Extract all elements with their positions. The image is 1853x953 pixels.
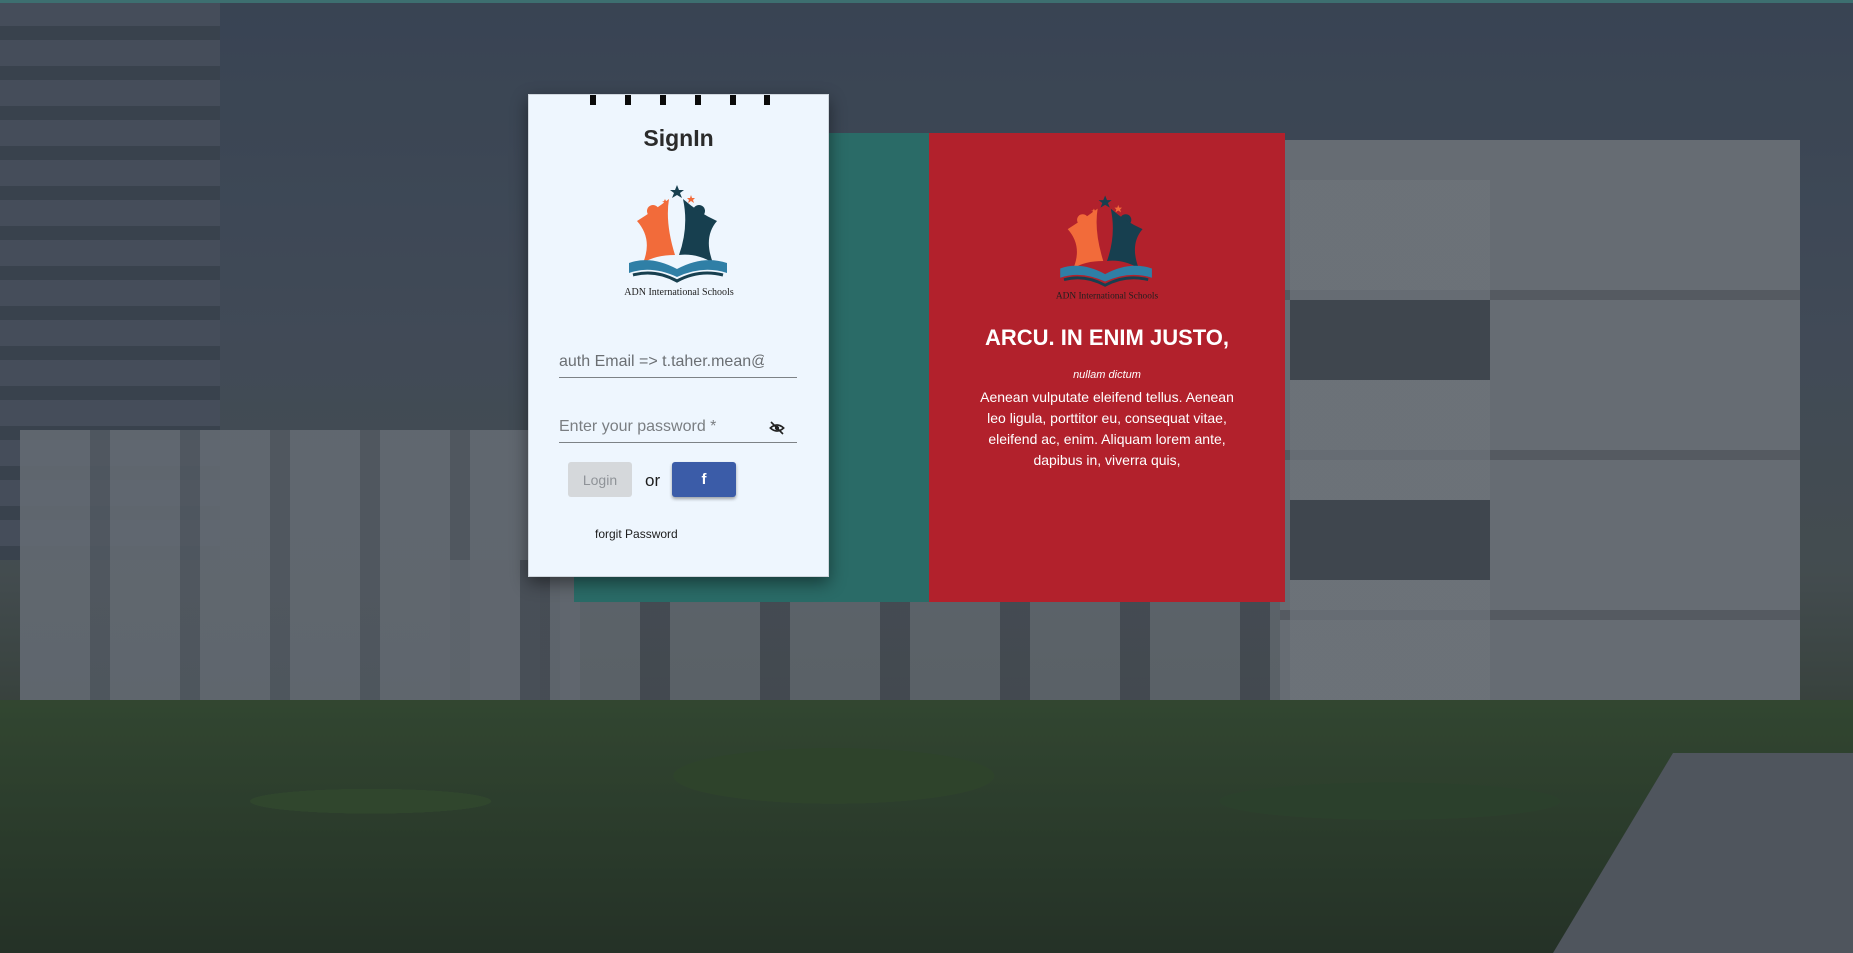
promo-body: Aenean vulputate eleifend tellus. Aenean… [980, 389, 1234, 468]
login-button[interactable]: Login [568, 462, 632, 497]
notebook-rings [590, 95, 770, 105]
password-input[interactable] [559, 418, 764, 436]
promo-heading: ARCU. IN ENIM JUSTO, [984, 325, 1230, 350]
promo-panel: ADN International Schools ARCU. IN ENIM … [929, 133, 1285, 602]
svg-text:ADN International Schools: ADN International Schools [624, 287, 734, 298]
promo-subtitle: nullam dictum [1073, 369, 1141, 381]
facebook-icon: f [701, 471, 707, 488]
email-field[interactable] [559, 345, 797, 378]
svg-text:ADN International Schools: ADN International Schools [1056, 291, 1159, 301]
password-field[interactable] [559, 410, 797, 443]
facebook-login-button[interactable]: f [672, 462, 736, 497]
top-border [0, 0, 1853, 3]
eye-off-icon[interactable] [769, 420, 785, 436]
email-input[interactable] [559, 353, 764, 371]
signin-card: SignIn ADN International Schools Logi [528, 94, 829, 577]
forgot-password-link[interactable]: forgit Password [595, 527, 678, 541]
or-separator: or [645, 471, 661, 490]
school-logo: ADN International Schools [599, 177, 759, 301]
page-title: SignIn [643, 125, 714, 151]
school-logo: ADN International Schools [1032, 188, 1182, 304]
